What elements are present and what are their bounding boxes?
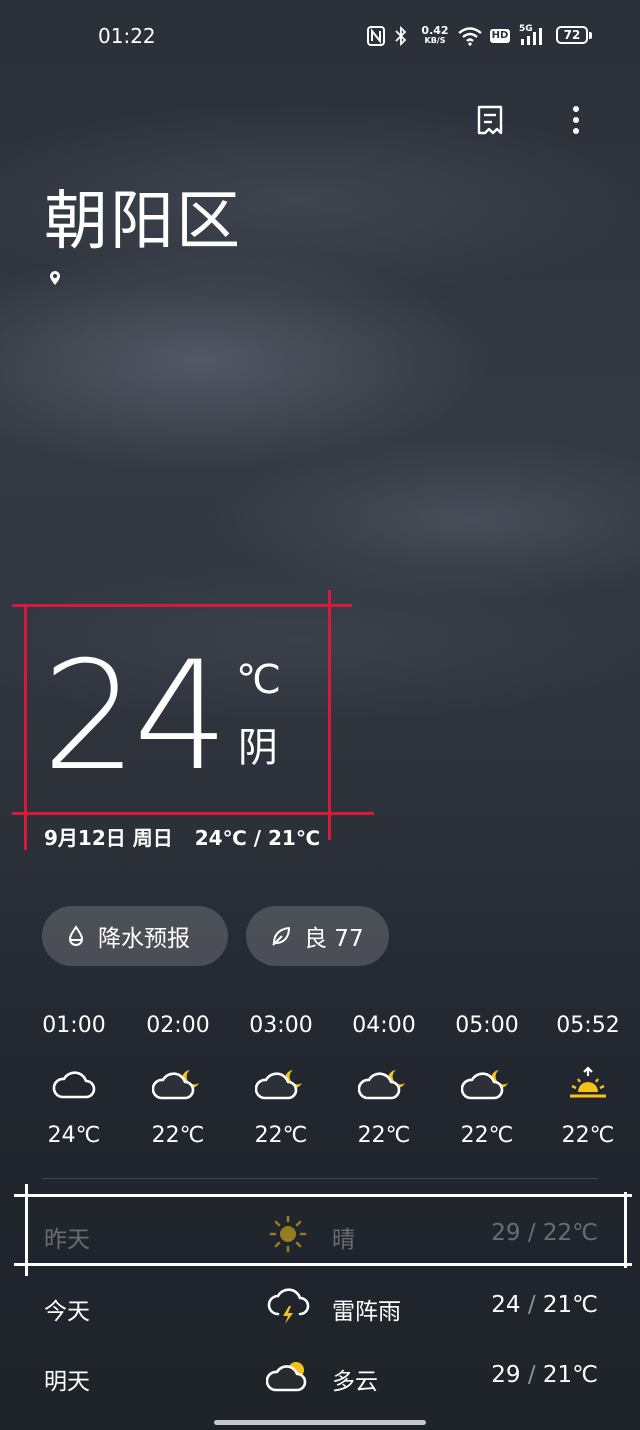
leaf-icon: [272, 927, 290, 946]
day-temp-range: 24 / 21℃: [491, 1292, 598, 1318]
annotation-red-left: [24, 604, 27, 850]
hour-time: 01:00: [42, 1013, 106, 1038]
day-low: 21℃: [542, 1292, 598, 1318]
day-temp-range: 29 / 21℃: [491, 1362, 598, 1388]
hd-icon: HD: [489, 29, 511, 43]
hour-temp: 22℃: [460, 1123, 514, 1148]
battery-tip: [589, 32, 592, 39]
cloudy-night-icon: [229, 1056, 333, 1112]
day-condition: 雷阵雨: [332, 1299, 401, 1325]
signal-icon: 5G: [518, 24, 544, 48]
annotation-red-top: [12, 604, 352, 607]
day-temp-range: 29 / 22℃: [491, 1220, 598, 1246]
air-quality-label: 良 77: [304, 926, 364, 952]
day-high: 29: [491, 1220, 521, 1246]
hourly-item: 05:52 22℃: [536, 1010, 640, 1152]
nfc-icon: [366, 24, 386, 48]
daily-row-yesterday[interactable]: 昨天 晴 29 / 22℃: [0, 1210, 640, 1260]
day-condition: 晴: [332, 1227, 355, 1253]
hour-time: 05:52: [556, 1013, 620, 1038]
day-high: 24: [491, 1292, 521, 1318]
hour-temp: 22℃: [357, 1123, 411, 1148]
hour-time: 04:00: [352, 1013, 416, 1038]
annotation-white-left: [25, 1184, 28, 1276]
today-range: 24℃ / 21℃: [194, 826, 321, 850]
network-speed: 0.42 KB/S: [421, 24, 449, 45]
hourly-item: 01:00 24℃: [22, 1010, 126, 1152]
hourly-item: 03:00 22℃: [229, 1010, 333, 1152]
date-line: 9月12日 周日 24℃ / 21℃: [44, 822, 320, 851]
status-time: 01:22: [98, 24, 156, 48]
day-label: 明天: [44, 1369, 90, 1395]
thunderstorm-icon: [266, 1284, 310, 1328]
current-date: 9月12日 周日: [44, 826, 173, 850]
day-low: 22℃: [542, 1220, 598, 1246]
annotation-white-right: [624, 1192, 627, 1268]
hour-temp: 22℃: [254, 1123, 308, 1148]
cloudy-night-icon: [435, 1056, 539, 1112]
air-quality-button[interactable]: 良 77: [246, 906, 389, 966]
hour-temp: 22℃: [561, 1123, 615, 1148]
hourly-item: 02:00 22℃: [126, 1010, 230, 1152]
day-label: 今天: [44, 1299, 90, 1325]
battery-indicator: 72: [556, 26, 588, 44]
sunrise-icon: [536, 1056, 640, 1112]
annotation-red-right: [328, 590, 331, 840]
day-condition: 多云: [332, 1369, 378, 1395]
temperature-unit: ℃: [236, 657, 281, 703]
hour-temp: 22℃: [151, 1123, 205, 1148]
precipitation-label: 降水预报: [98, 926, 190, 952]
hour-time: 03:00: [249, 1013, 313, 1038]
home-indicator[interactable]: [214, 1420, 426, 1425]
hourly-item: 04:00 22℃: [332, 1010, 436, 1152]
hour-temp: 24℃: [47, 1123, 101, 1148]
cloudy-icon: [22, 1056, 126, 1112]
divider: [42, 1178, 598, 1179]
annotation-red-bottom: [12, 812, 374, 815]
precipitation-forecast-button[interactable]: 降水预报: [42, 906, 228, 966]
annotation-white-top: [14, 1194, 632, 1197]
more-icon[interactable]: [564, 100, 588, 140]
hour-time: 05:00: [455, 1013, 519, 1038]
raindrop-icon: [68, 925, 84, 946]
day-high: 29: [491, 1362, 521, 1388]
city-name[interactable]: 朝阳区: [44, 182, 242, 262]
daily-row-tomorrow[interactable]: 明天 多云 29 / 21℃: [0, 1352, 640, 1402]
hour-time: 02:00: [146, 1013, 210, 1038]
bluetooth-icon: [393, 24, 409, 48]
current-temperature: 24: [42, 630, 229, 804]
cloudy-night-icon: [126, 1056, 230, 1112]
wifi-icon: [456, 24, 484, 48]
day-label: 昨天: [44, 1227, 90, 1253]
location-icon: [48, 270, 62, 286]
partly-cloudy-icon: [266, 1354, 310, 1398]
day-low: 21℃: [542, 1362, 598, 1388]
city-list-icon[interactable]: [474, 100, 508, 140]
daily-row-today[interactable]: 今天 雷阵雨 24 / 21℃: [0, 1282, 640, 1332]
current-condition: 阴: [238, 725, 278, 771]
hourly-item: 05:00 22℃: [435, 1010, 539, 1152]
annotation-white-bottom: [14, 1263, 632, 1266]
sunny-icon: [266, 1212, 310, 1256]
cloudy-night-icon: [332, 1056, 436, 1112]
